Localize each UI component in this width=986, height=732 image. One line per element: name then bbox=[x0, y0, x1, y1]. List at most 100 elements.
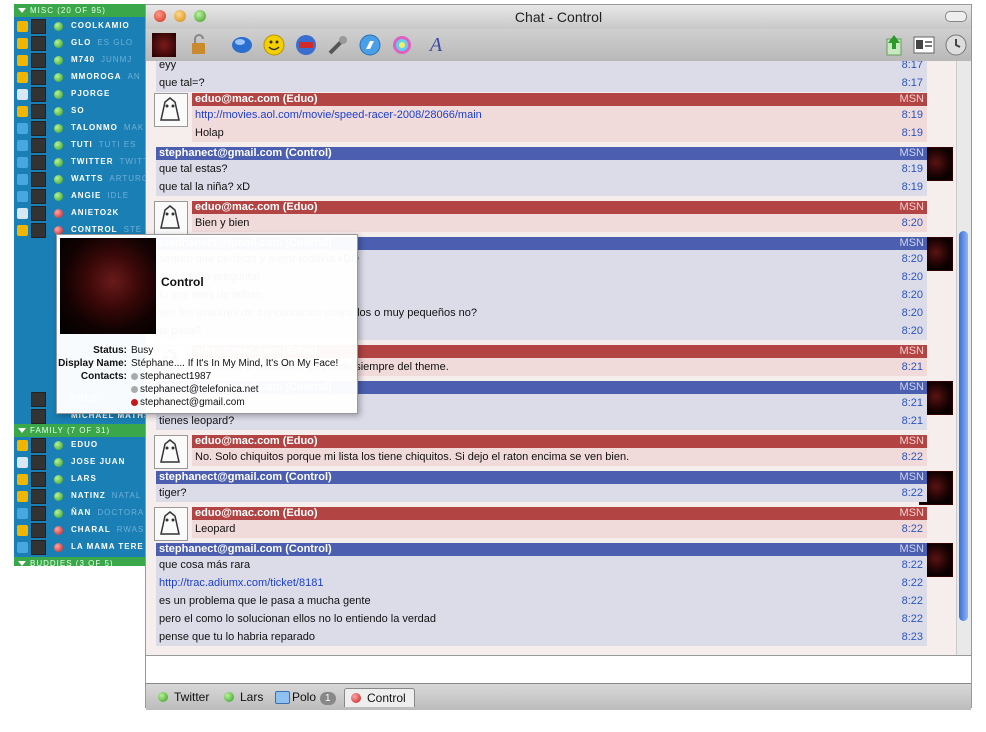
contact-row[interactable]: PJORGE bbox=[14, 86, 147, 103]
message-line[interactable]: No. Solo chiquitos porque mi lista los t… bbox=[192, 448, 927, 466]
message-line[interactable]: es un problema que le pasa a mucha gente… bbox=[156, 592, 927, 610]
contact-row[interactable]: ÑAN DOCTORA bbox=[14, 505, 147, 522]
avatar bbox=[31, 438, 46, 453]
contact-name: ANGIE IDLE bbox=[71, 191, 129, 200]
bubble-icon[interactable] bbox=[230, 33, 254, 57]
safari-icon[interactable] bbox=[358, 33, 382, 57]
contact-row[interactable]: ANIETO2K bbox=[14, 205, 147, 222]
message-line[interactable]: http://trac.adiumx.com/ticket/8181 8:22 bbox=[156, 574, 927, 592]
contact-icon[interactable] bbox=[152, 33, 176, 57]
message-input[interactable] bbox=[146, 655, 971, 684]
contact-row[interactable]: MMOROGA AN bbox=[14, 69, 147, 86]
message-line[interactable]: Holap 8:19 bbox=[192, 124, 927, 142]
message-sender-header: stephanect@gmail.com (Control) MSN bbox=[156, 471, 927, 484]
sender-name[interactable]: eduo@mac.com (Eduo) bbox=[195, 507, 318, 519]
tooltip-avatar bbox=[60, 238, 156, 334]
font-icon[interactable]: A bbox=[424, 33, 448, 57]
message-line[interactable]: que tal=? 8:17 bbox=[156, 74, 927, 92]
status-icon bbox=[131, 398, 138, 406]
status-icon bbox=[351, 693, 361, 703]
contact-name-text: NATINZ bbox=[71, 491, 106, 500]
message-line[interactable]: pense que tu lo habria reparado 8:23 bbox=[156, 628, 927, 646]
group-header[interactable]: FAMILY (7 OF 31) bbox=[14, 424, 147, 437]
contact-name-text: ÑAN bbox=[71, 508, 92, 517]
contact-status-message: DOCTORA bbox=[97, 508, 145, 517]
tooltip-display-label: Display Name: bbox=[58, 358, 127, 369]
contact-row[interactable]: JOSE JUAN bbox=[14, 454, 147, 471]
info-icon[interactable] bbox=[912, 33, 936, 57]
message-link[interactable]: http://movies.aol.com/movie/speed-racer-… bbox=[195, 109, 482, 121]
aim-service-icon bbox=[17, 55, 28, 66]
block-icon[interactable] bbox=[294, 33, 318, 57]
contact-name: EDUO bbox=[71, 440, 98, 449]
contact-tooltip: Control Status: Busy Display Name: Stéph… bbox=[56, 234, 358, 414]
contact-status-message: NATAL bbox=[111, 491, 142, 500]
contact-row[interactable]: SO bbox=[14, 103, 147, 120]
tab-polo[interactable]: Polo 1 bbox=[270, 688, 344, 706]
tab-lars[interactable]: Lars bbox=[218, 688, 271, 706]
lock-icon[interactable] bbox=[186, 33, 210, 57]
contact-name: WATTS ARTURO bbox=[71, 174, 147, 183]
clock-icon[interactable] bbox=[944, 33, 968, 57]
message-line[interactable]: tienes leopard? 8:21 bbox=[156, 412, 927, 430]
group-header[interactable]: BUDDIES (3 OF 5) bbox=[14, 557, 147, 566]
scrollbar-thumb[interactable] bbox=[959, 231, 968, 621]
contact-name-text: ANGIE bbox=[71, 191, 102, 200]
tab-twitter[interactable]: Twitter bbox=[152, 688, 217, 706]
status-icon bbox=[158, 692, 168, 702]
contact-row[interactable]: LA MAMA TERE bbox=[14, 539, 147, 556]
contact-name-text: PJORGE bbox=[71, 89, 111, 98]
contact-row[interactable]: TALONMO MAK bbox=[14, 120, 147, 137]
send-file-icon[interactable] bbox=[882, 33, 906, 57]
service-label: MSN bbox=[899, 471, 924, 483]
message-line[interactable]: que cosa más rara 8:22 bbox=[156, 556, 927, 574]
tooltip-name: Control bbox=[161, 275, 204, 289]
status-icon bbox=[54, 56, 63, 65]
tab-control[interactable]: Control bbox=[344, 688, 415, 707]
contact-row[interactable]: M740 JUNMJ bbox=[14, 52, 147, 69]
avatar bbox=[31, 409, 46, 424]
message-line[interactable]: eyy 8:17 bbox=[156, 61, 927, 74]
sender-name[interactable]: stephanect@gmail.com (Control) bbox=[159, 471, 332, 483]
sender-name[interactable]: eduo@mac.com (Eduo) bbox=[195, 93, 318, 105]
message-line[interactable]: tiger? 8:22 bbox=[156, 484, 927, 502]
tools-icon[interactable] bbox=[326, 33, 350, 57]
contact-row[interactable]: LARS bbox=[14, 471, 147, 488]
message-link[interactable]: http://trac.adiumx.com/ticket/8181 bbox=[159, 577, 323, 589]
contact-row[interactable]: EDUO bbox=[14, 437, 147, 454]
message-line[interactable]: http://movies.aol.com/movie/speed-racer-… bbox=[192, 106, 927, 124]
message-text: pense que tu lo habria reparado bbox=[159, 631, 315, 643]
msn-service-icon bbox=[17, 174, 28, 185]
status-icon bbox=[54, 526, 63, 535]
service-label: MSN bbox=[899, 543, 924, 555]
contact-row[interactable]: TUTI TUTI ES bbox=[14, 137, 147, 154]
smiley-icon[interactable] bbox=[262, 33, 286, 57]
contact-name-text: CONTROL bbox=[71, 225, 118, 234]
message-line[interactable]: que tal estas? 8:19 bbox=[156, 160, 927, 178]
sender-name[interactable]: eduo@mac.com (Eduo) bbox=[195, 201, 318, 213]
message-line[interactable]: pero el como lo solucionan ellos no lo e… bbox=[156, 610, 927, 628]
contact-row[interactable]: COOLKAMIO bbox=[14, 18, 147, 35]
contact-name-text: CHARAL bbox=[71, 525, 111, 534]
contact-row[interactable]: TWITTER TWITT bbox=[14, 154, 147, 171]
color-wheel-icon[interactable] bbox=[390, 33, 414, 57]
contact-row[interactable]: NATINZ NATAL bbox=[14, 488, 147, 505]
contact-name-text: GLO bbox=[71, 38, 92, 47]
avatar bbox=[31, 138, 46, 153]
contact-row[interactable]: CHARAL RWAS bbox=[14, 522, 147, 539]
message-time: 8:22 bbox=[901, 595, 923, 607]
message-line[interactable]: Leopard 8:22 bbox=[192, 520, 927, 538]
contact-row[interactable]: WATTS ARTURO bbox=[14, 171, 147, 188]
title-bar[interactable]: Chat - Control bbox=[146, 5, 971, 29]
message-line[interactable]: que tal la niña? xD 8:19 bbox=[156, 178, 927, 196]
contact-row[interactable]: GLO ES GLO bbox=[14, 35, 147, 52]
transcript-scrollbar[interactable] bbox=[956, 61, 971, 655]
message-line[interactable]: Bien y bien 8:20 bbox=[192, 214, 927, 232]
sender-name[interactable]: stephanect@gmail.com (Control) bbox=[159, 147, 332, 159]
sender-name[interactable]: eduo@mac.com (Eduo) bbox=[195, 435, 318, 447]
group-header[interactable]: MISC (20 OF 95) bbox=[14, 4, 147, 17]
sender-name[interactable]: stephanect@gmail.com (Control) bbox=[159, 543, 332, 555]
contact-row[interactable]: ANGIE IDLE bbox=[14, 188, 147, 205]
toolbar-toggle-button[interactable] bbox=[945, 11, 967, 22]
tab-label: Control bbox=[367, 691, 406, 705]
